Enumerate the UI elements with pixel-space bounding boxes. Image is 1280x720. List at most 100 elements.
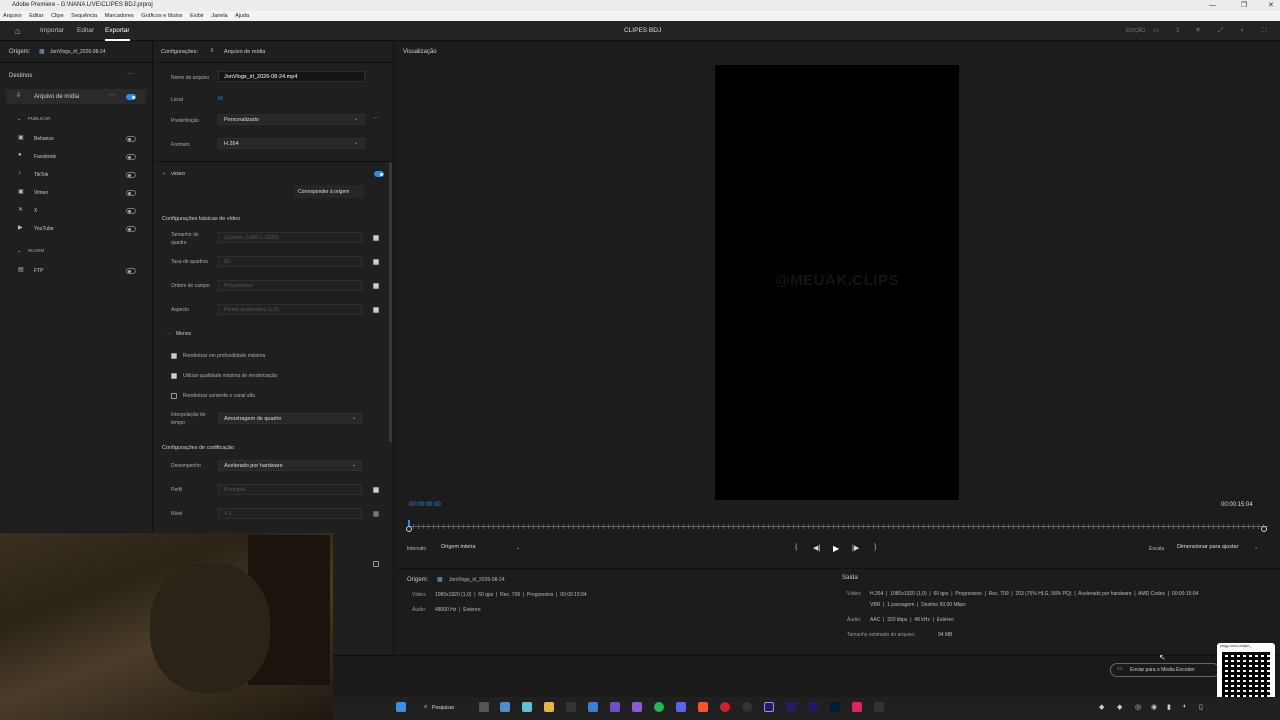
settings-scrollbar[interactable] <box>389 162 392 442</box>
behance-toggle[interactable] <box>126 136 136 142</box>
spotify-icon[interactable] <box>654 702 664 712</box>
premiere-icon[interactable] <box>764 702 774 712</box>
extra-checkbox[interactable] <box>373 561 379 567</box>
volume-icon[interactable]: ◖ <box>1240 21 1244 41</box>
field-order-checkbox[interactable] <box>373 283 379 289</box>
ftp-toggle[interactable] <box>126 268 136 274</box>
vimeo-toggle[interactable] <box>126 190 136 196</box>
scale-select[interactable]: Dimensionar para ajustar <box>1172 542 1264 553</box>
photoshop-icon[interactable] <box>830 702 840 712</box>
preset-select[interactable]: Personalizado <box>218 114 365 125</box>
share-icon[interactable]: ⇪ <box>1175 21 1180 41</box>
start-icon[interactable] <box>396 702 406 712</box>
field-order-select[interactable]: Progressivo <box>218 280 362 291</box>
publish-chevron-icon[interactable]: ⌄ <box>17 116 21 122</box>
video-chevron-icon[interactable]: ⌄ <box>162 170 166 176</box>
performance-select[interactable]: Acelerado por hardware <box>218 460 362 471</box>
workspace-label[interactable]: EDIÇÃO <box>1126 21 1145 41</box>
mark-out-icon[interactable]: } <box>874 544 876 551</box>
facebook-toggle[interactable] <box>126 154 136 160</box>
level-select[interactable]: 4.2 <box>218 508 362 519</box>
frame-size-select[interactable]: Custom (1080 x 1920) <box>218 232 362 243</box>
destinos-more-icon[interactable]: ··· <box>127 71 133 77</box>
obs-icon[interactable] <box>742 702 752 712</box>
time-interp-select[interactable]: Amostragem de quadro <box>218 413 362 424</box>
tray-icon-6[interactable]: ◐ <box>1183 703 1187 710</box>
tray-icon-1[interactable]: ◆ <box>1099 703 1104 711</box>
app3-icon[interactable] <box>588 702 598 712</box>
fullscreen-icon[interactable]: ⛶ <box>1262 21 1267 41</box>
menu-icon[interactable]: ≡ <box>1196 21 1200 41</box>
local-link[interactable]: N\ <box>218 96 223 102</box>
max-quality-checkbox[interactable] <box>171 373 177 379</box>
close-button[interactable]: ✕ <box>1268 0 1274 11</box>
workspace-icon[interactable]: ▭ <box>1153 21 1159 41</box>
after-effects-icon[interactable] <box>808 702 818 712</box>
play-icon[interactable]: ▶ <box>833 544 839 553</box>
profile-select[interactable]: Principal <box>218 484 362 495</box>
tray-icon-4[interactable]: ◉ <box>1151 703 1157 711</box>
cloud-chevron-icon[interactable]: ⌄ <box>17 248 21 254</box>
filename-input[interactable]: JonVlogs_irl_2026-08-24.mp4 <box>218 71 365 82</box>
x-toggle[interactable] <box>126 208 136 214</box>
menu-clipe[interactable]: Clipe <box>51 13 64 19</box>
menu-exibir[interactable]: Exibir <box>190 13 204 19</box>
frame-rate-checkbox[interactable] <box>373 259 379 265</box>
tiktok-toggle[interactable] <box>126 172 136 178</box>
home-icon[interactable]: ⌂ <box>15 21 20 41</box>
in-point-handle[interactable] <box>406 526 412 532</box>
tab-importar[interactable]: Importar <box>40 21 64 41</box>
taskbar-search[interactable]: Pesquisar <box>432 705 454 711</box>
render-max-depth-checkbox[interactable] <box>171 353 177 359</box>
tray-icon-3[interactable]: ◎ <box>1135 703 1141 711</box>
folder-icon[interactable] <box>544 702 554 712</box>
level-checkbox[interactable] <box>373 511 379 517</box>
video-toggle[interactable] <box>374 171 384 177</box>
menu-janela[interactable]: Janela <box>211 13 227 19</box>
media-file-more-icon[interactable]: ··· <box>109 92 115 98</box>
mark-in-icon[interactable]: { <box>795 544 797 551</box>
media-file-toggle[interactable] <box>126 94 136 100</box>
out-point-handle[interactable] <box>1261 526 1267 532</box>
profile-checkbox[interactable] <box>373 487 379 493</box>
tab-editar[interactable]: Editar <box>77 21 94 41</box>
brave-icon[interactable] <box>698 702 708 712</box>
step-back-icon[interactable]: ◀| <box>813 544 820 552</box>
less-toggle[interactable]: Menos <box>176 331 191 337</box>
minimize-button[interactable]: — <box>1209 0 1216 11</box>
tray-icon-7[interactable]: ▯ <box>1199 703 1203 711</box>
menu-arquivo[interactable]: Arquivo <box>3 13 22 19</box>
aspect-checkbox[interactable] <box>373 307 379 313</box>
step-forward-icon[interactable]: |▶ <box>852 544 859 552</box>
alpha-only-checkbox[interactable] <box>171 393 177 399</box>
frame-size-checkbox[interactable] <box>373 235 379 241</box>
media-encoder-icon[interactable] <box>786 702 796 712</box>
app-icon[interactable] <box>522 702 532 712</box>
tray-icon-5[interactable]: ▮ <box>1167 703 1171 711</box>
preset-more-icon[interactable]: ··· <box>373 115 379 121</box>
opera-icon[interactable] <box>720 702 730 712</box>
frame-rate-select[interactable]: 60 <box>218 256 362 267</box>
discord-icon[interactable] <box>676 702 686 712</box>
tray-icon-2[interactable]: ◆ <box>1117 703 1122 711</box>
tab-exportar[interactable]: Exportar <box>105 21 130 41</box>
app5-icon[interactable] <box>632 702 642 712</box>
search-icon[interactable]: ⌕ <box>424 704 427 711</box>
task-view-icon[interactable] <box>479 702 489 712</box>
youtube-toggle[interactable] <box>126 226 136 232</box>
aspect-select[interactable]: Pixels quadrados (1,0) <box>218 304 362 315</box>
zoom-icon[interactable]: ⤢ <box>1218 21 1223 41</box>
menu-editar[interactable]: Editar <box>29 13 43 19</box>
app6-icon[interactable] <box>852 702 862 712</box>
timeline-scrubber[interactable] <box>406 520 1268 534</box>
format-select[interactable]: H.264 <box>218 138 365 149</box>
menu-marcadores[interactable]: Marcadores <box>105 13 134 19</box>
app7-icon[interactable] <box>874 702 884 712</box>
steam-icon[interactable] <box>500 702 510 712</box>
range-select[interactable]: Origem inteira <box>436 542 528 553</box>
app2-icon[interactable] <box>566 702 576 712</box>
menu-sequencia[interactable]: Sequência <box>71 13 97 19</box>
menu-graficos[interactable]: Gráficos e títulos <box>141 13 182 19</box>
menu-ajuda[interactable]: Ajuda <box>235 13 249 19</box>
app4-icon[interactable] <box>610 702 620 712</box>
